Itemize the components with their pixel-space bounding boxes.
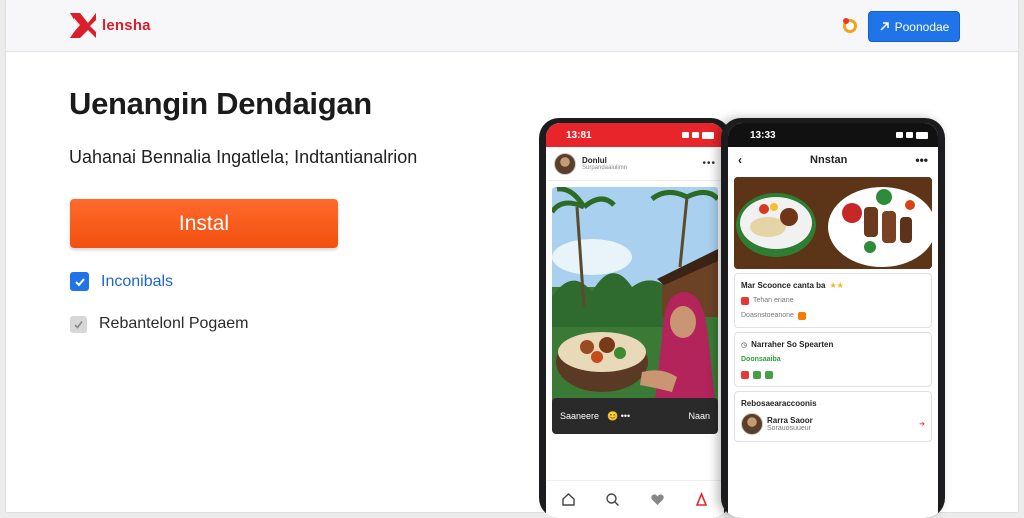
profile-handle: Sorauosuueur	[767, 425, 811, 432]
tag-icon	[765, 370, 773, 379]
caption-text: Saaneere	[560, 411, 600, 421]
recipe-card-2[interactable]: ◷ Narraher So Spearten Doonsaaiba	[734, 332, 932, 387]
profile-name: Rarra Saoor	[767, 416, 813, 425]
notification-icon[interactable]	[840, 16, 860, 36]
share-icon[interactable]: ➜	[919, 420, 925, 428]
food-illustration	[734, 177, 932, 269]
phone-mockup-left: 13:81 Donlul Surpandaaiulimn ••• Saaneer…	[539, 118, 731, 518]
card-2-subtitle: Doonsaaiba	[741, 356, 781, 363]
post-handle: Surpandaaiulimn	[582, 165, 628, 171]
brand-logo[interactable]: lensha	[68, 10, 151, 40]
profile-icon[interactable]	[694, 492, 709, 507]
status-icons	[896, 131, 928, 139]
section-title: Rebosaearaccoonis	[741, 399, 817, 408]
avatar[interactable]	[741, 413, 763, 435]
card-line-3: Doasnstoeanone	[741, 312, 794, 319]
option-label-2: Rebantelonl Pogaem	[99, 315, 249, 332]
bottom-nav	[546, 480, 724, 518]
install-button[interactable]: Instal	[70, 199, 338, 248]
phone-mockup-right: 13:33 ‹ Nnstan ••• Mar Scoonce canta ba …	[721, 118, 945, 518]
external-link-icon	[880, 22, 889, 31]
phone-left-screen: 13:81 Donlul Surpandaaiulimn ••• Saaneer…	[546, 123, 724, 518]
status-bar: 13:33	[728, 123, 938, 147]
option-checkbox-1[interactable]: Inconibals	[70, 272, 173, 291]
star-icon: ★★	[829, 281, 844, 290]
card-title: Mar Scoonce canta ba	[741, 281, 826, 290]
status-time: 13:33	[750, 129, 776, 141]
more-options-icon[interactable]: •••	[702, 158, 716, 169]
emoji-icon: 😊 •••	[607, 410, 631, 421]
brand-name: lensha	[102, 16, 151, 34]
search-icon[interactable]	[605, 492, 620, 507]
heart-icon[interactable]	[650, 492, 665, 507]
brand-mark-icon	[70, 13, 96, 38]
phone-right-screen: 13:33 ‹ Nnstan ••• Mar Scoonce canta ba …	[728, 123, 938, 518]
screen-header: ‹ Nnstan •••	[728, 147, 938, 173]
header-action-label: Poonodae	[894, 19, 950, 34]
option-label-1: Inconibals	[101, 272, 174, 290]
checkbox-unchecked-icon	[70, 315, 87, 333]
caption-right-text: Naan	[688, 411, 710, 421]
card-line-2: Tehan eriane	[753, 297, 794, 304]
screen-title: Nnstan	[810, 154, 848, 166]
checkbox-checked-icon	[70, 272, 89, 291]
header-action-button[interactable]: Poonodae	[868, 11, 960, 42]
hero-subtitle: Uahanai Bennalia Ingatlela; Indtantianal…	[69, 147, 418, 167]
status-icons	[682, 131, 714, 139]
home-icon[interactable]	[561, 492, 576, 507]
top-navbar: lensha Poonodae	[6, 0, 1018, 52]
avatar[interactable]	[554, 152, 576, 175]
tag-icon	[753, 370, 761, 379]
status-bar: 13:81	[546, 123, 724, 147]
recipe-card[interactable]: Mar Scoonce canta ba ★★ Tehan eriane Doa…	[734, 273, 932, 328]
post-username: Donlul	[582, 156, 607, 165]
status-time: 13:81	[566, 129, 592, 141]
more-options-icon[interactable]: •••	[915, 153, 928, 167]
section-card[interactable]: Rebosaearaccoonis Rarra Saoor Sorauosuue…	[734, 391, 932, 442]
post-header: Donlul Surpandaaiulimn •••	[546, 147, 724, 181]
food-photo	[734, 177, 932, 269]
hero-title: Uenangin Dendaigan	[69, 86, 372, 121]
clock-icon: ◷	[741, 341, 748, 349]
app-window: lensha Poonodae Uenangin Dendaigan Uahan…	[6, 0, 1018, 518]
post-photo	[552, 187, 718, 427]
tag-icon	[797, 311, 806, 320]
tag-icon	[741, 296, 749, 305]
photo-illustration	[552, 187, 718, 427]
option-checkbox-2[interactable]: Rebantelonl Pogaem	[70, 315, 248, 333]
card-2-title: Narraher So Spearten	[751, 340, 834, 349]
caption-bar[interactable]: Saaneere 😊 ••• Naan	[552, 398, 718, 434]
tag-icon	[741, 370, 749, 379]
